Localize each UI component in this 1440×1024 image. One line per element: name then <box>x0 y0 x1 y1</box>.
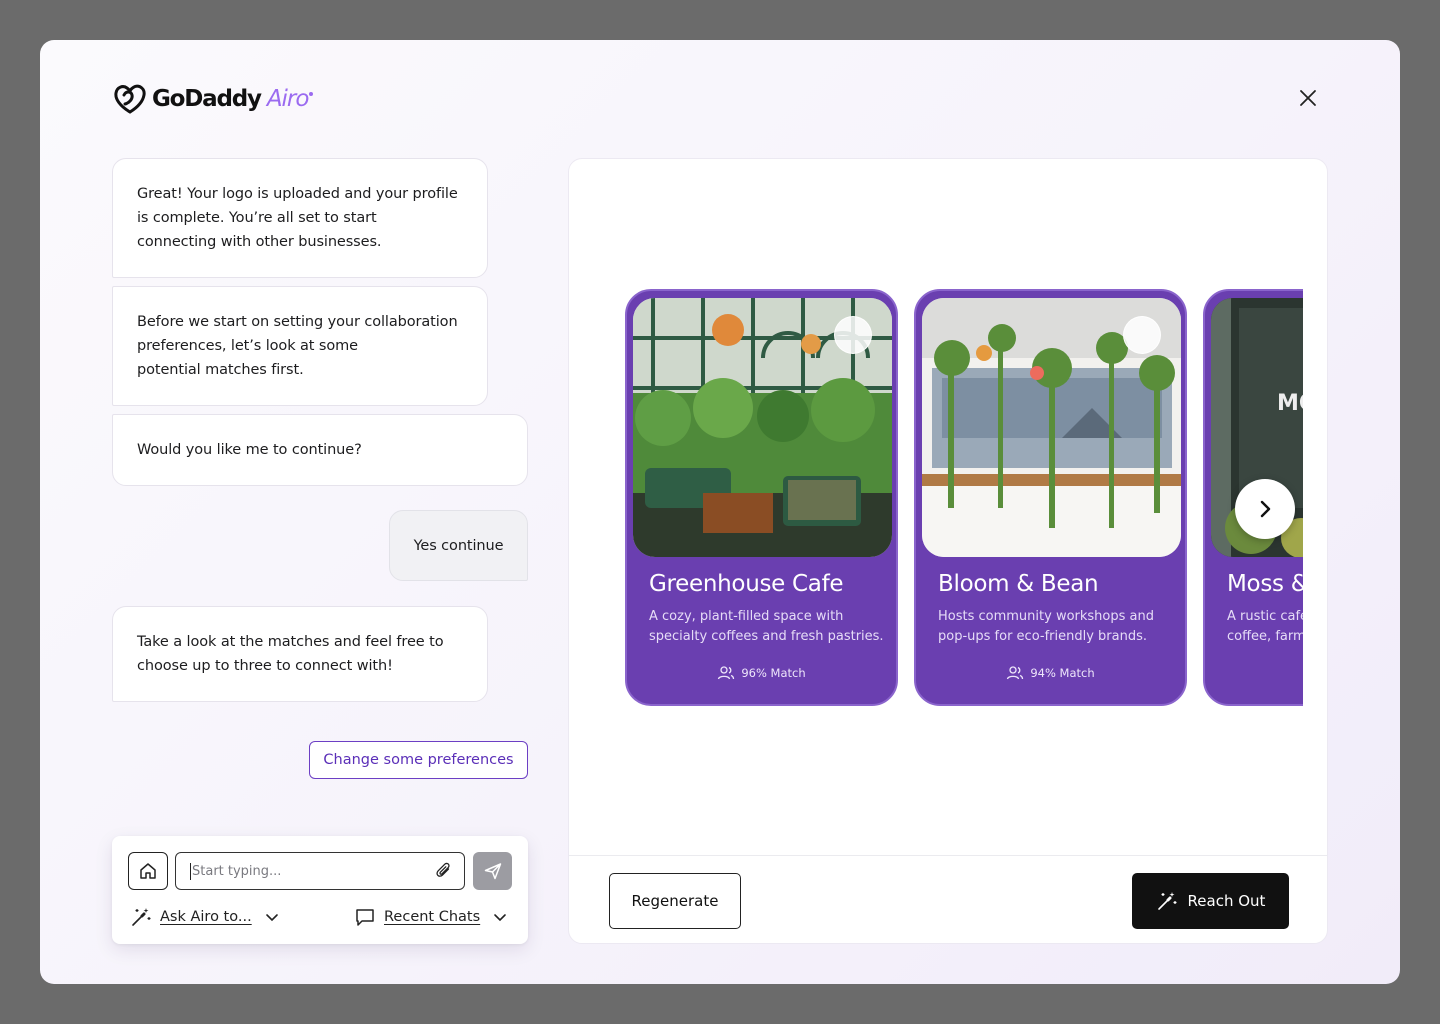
magic-wand-icon <box>1157 892 1177 910</box>
description-line: A cozy, plant-filled space with <box>649 609 844 624</box>
message-input-wrapper <box>175 852 465 890</box>
match-score-label: 96% Match <box>741 666 806 680</box>
description-line: coffee, farm <box>1227 629 1303 644</box>
match-title: Greenhouse Cafe <box>649 571 844 597</box>
chat-composer: Ask Airo to... Recent Chats <box>112 836 528 944</box>
message-line: Before we start on setting your collabor… <box>137 314 458 330</box>
brand-name: GoDaddy <box>152 86 262 112</box>
matches-panel: Greenhouse Cafe A cozy, plant-filled spa… <box>568 158 1328 944</box>
description-line: pop-ups for eco-friendly brands. <box>938 629 1148 644</box>
select-match-toggle[interactable] <box>1123 316 1161 354</box>
match-score-label: 94% Match <box>1030 666 1095 680</box>
message-line: potential matches first. <box>137 362 304 378</box>
carousel-next-button[interactable] <box>1235 479 1295 539</box>
send-icon <box>484 863 501 880</box>
godaddy-heart-icon <box>114 84 146 114</box>
chat-bubble-icon <box>356 909 374 926</box>
product-name: Airo <box>266 86 310 112</box>
recent-chats-label: Recent Chats <box>384 909 481 925</box>
match-title: Bloom & Bean <box>938 571 1099 597</box>
home-button[interactable] <box>128 852 168 890</box>
select-match-toggle[interactable] <box>834 316 872 354</box>
description-line: specialty coffees and fresh pastries. <box>649 629 884 644</box>
paperclip-icon[interactable] <box>434 861 454 881</box>
message-input[interactable] <box>192 863 434 879</box>
greenhouse-cafe-photo <box>633 298 892 557</box>
assistant-message: Would you like me to continue? <box>112 414 528 486</box>
chevron-down-icon <box>265 914 278 922</box>
message-line: choose up to three to connect with! <box>137 658 393 674</box>
bloom-and-bean-photo <box>922 298 1181 557</box>
assistant-message: Great! Your logo is uploaded and your pr… <box>112 158 488 278</box>
match-description: A rustic café coffee, farm <box>1227 607 1303 647</box>
ask-airo-label: Ask Airo to... <box>160 909 252 925</box>
match-description: A cozy, plant-filled space with specialt… <box>649 607 884 647</box>
panel-divider <box>569 855 1327 856</box>
message-line: connecting with other businesses. <box>137 234 382 250</box>
people-icon <box>718 666 735 680</box>
user-message: Yes continue <box>389 510 528 581</box>
message-line: is complete. You’re all set to start <box>137 210 377 226</box>
message-line: Yes continue <box>413 537 504 554</box>
product-dot <box>309 92 314 96</box>
match-score: 94% Match <box>916 665 1185 681</box>
close-icon <box>1300 90 1316 106</box>
recent-chats-menu[interactable]: Recent Chats <box>354 906 508 928</box>
godaddy-airo-logo: GoDaddy Airo <box>112 82 314 116</box>
home-icon <box>140 863 156 879</box>
message-line: preferences, let’s look at some <box>137 338 358 354</box>
close-button[interactable] <box>1296 86 1320 110</box>
chevron-down-icon <box>494 914 506 922</box>
send-button[interactable] <box>473 852 512 890</box>
message-line: Would you like me to continue? <box>137 442 362 458</box>
description-line: A rustic café <box>1227 609 1303 624</box>
text-caret <box>190 862 191 880</box>
message-line: Great! Your logo is uploaded and your pr… <box>137 186 458 202</box>
match-card[interactable]: Bloom & Bean Hosts community workshops a… <box>914 289 1187 706</box>
message-line: Take a look at the matches and feel free… <box>137 634 444 650</box>
matches-carousel[interactable]: Greenhouse Cafe A cozy, plant-filled spa… <box>625 289 1303 709</box>
airo-modal: GoDaddy Airo Great! Your logo is uploade… <box>40 40 1400 984</box>
change-preferences-button[interactable]: Change some preferences <box>309 741 528 779</box>
people-icon <box>1007 666 1024 680</box>
assistant-message: Take a look at the matches and feel free… <box>112 606 488 702</box>
match-card[interactable]: Greenhouse Cafe A cozy, plant-filled spa… <box>625 289 898 706</box>
reach-out-label: Reach Out <box>1187 892 1266 910</box>
magic-wand-icon <box>132 908 151 926</box>
ask-airo-menu[interactable]: Ask Airo to... <box>130 906 280 928</box>
assistant-message: Before we start on setting your collabor… <box>112 286 488 406</box>
match-description: Hosts community workshops and pop-ups fo… <box>938 607 1173 647</box>
description-line: Hosts community workshops and <box>938 609 1154 624</box>
reach-out-button[interactable]: Reach Out <box>1132 873 1289 929</box>
chevron-right-icon <box>1260 500 1271 518</box>
svg-text:MO: MO <box>1277 391 1303 416</box>
match-title: Moss & <box>1227 571 1303 597</box>
regenerate-button[interactable]: Regenerate <box>609 873 741 929</box>
match-score: 96% Match <box>627 665 896 681</box>
